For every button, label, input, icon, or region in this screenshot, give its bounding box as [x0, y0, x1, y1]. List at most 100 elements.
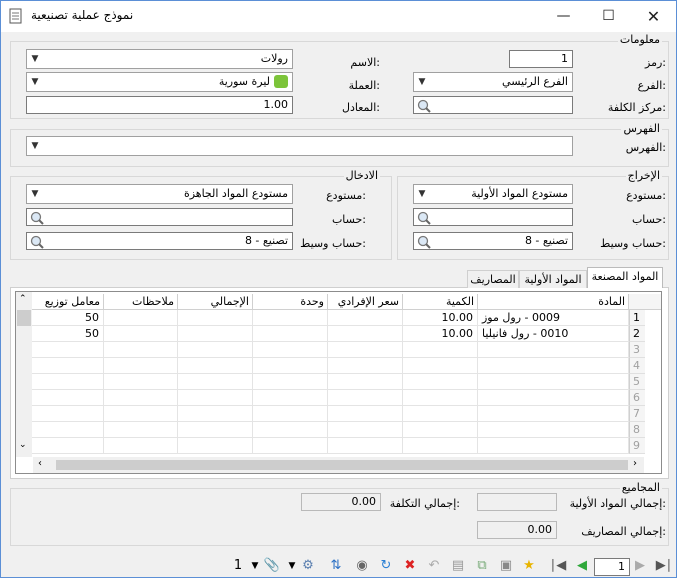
- output-warehouse-combo[interactable]: ▼ مستودع المواد الأولية: [413, 184, 573, 204]
- grid-cell-item[interactable]: [478, 406, 629, 422]
- grid-cell-qty[interactable]: [403, 438, 478, 454]
- col-header-factor[interactable]: معامل توزيع: [32, 294, 104, 310]
- preview-icon[interactable]: ◉: [353, 557, 371, 575]
- grid-cell-notes[interactable]: [104, 422, 178, 438]
- grid-cell-unit[interactable]: [253, 374, 328, 390]
- table-row[interactable]: 7: [32, 406, 645, 422]
- prev-record-icon[interactable]: ◀: [573, 557, 591, 575]
- index-combo[interactable]: ▼: [26, 136, 573, 156]
- grid-cell-notes[interactable]: [104, 374, 178, 390]
- input-account-field[interactable]: [26, 208, 293, 226]
- cost-center-field[interactable]: [413, 96, 573, 114]
- grid-cell-notes[interactable]: [104, 342, 178, 358]
- scroll-thumb[interactable]: [17, 310, 31, 326]
- vertical-scrollbar[interactable]: ⌃ ⌄: [16, 292, 32, 457]
- branch-combo[interactable]: ▼ الفرع الرئيسي: [413, 72, 573, 92]
- grid-cell-factor[interactable]: [32, 422, 104, 438]
- grid-cell-item[interactable]: [478, 422, 629, 438]
- grid-cell-price[interactable]: [328, 326, 403, 342]
- grid-cell-unit[interactable]: [253, 438, 328, 454]
- table-row[interactable]: 4: [32, 358, 645, 374]
- grid-cell-price[interactable]: [328, 342, 403, 358]
- grid-cell-qty[interactable]: 10.00: [403, 310, 478, 326]
- col-header-item[interactable]: المادة: [478, 294, 629, 310]
- next-record-icon[interactable]: ▶: [631, 557, 649, 575]
- grid-cell-notes[interactable]: [104, 358, 178, 374]
- grid-cell-price[interactable]: [328, 310, 403, 326]
- code-field[interactable]: 1: [509, 50, 573, 68]
- col-header-notes[interactable]: ملاحظات: [104, 294, 178, 310]
- grid-cell-price[interactable]: [328, 374, 403, 390]
- delete-icon[interactable]: ✖: [401, 557, 419, 575]
- dropdown-icon[interactable]: ▼: [283, 557, 301, 575]
- grid-cell-factor[interactable]: 50: [32, 310, 104, 326]
- last-record-icon[interactable]: ▶∣: [655, 557, 673, 575]
- grid-cell-item[interactable]: [478, 358, 629, 374]
- grid-cell-unit[interactable]: [253, 422, 328, 438]
- grid-cell-price[interactable]: [328, 390, 403, 406]
- currency-combo[interactable]: ▼ ليرة سورية: [26, 72, 293, 92]
- grid-cell-total[interactable]: [178, 310, 253, 326]
- undo-icon[interactable]: ↶: [425, 557, 443, 575]
- table-row[interactable]: 50 10.00 0009 - رول موز 1: [32, 310, 645, 326]
- grid-cell-price[interactable]: [328, 422, 403, 438]
- grid-cell-qty[interactable]: [403, 342, 478, 358]
- input-mid-account-field[interactable]: 8 - تصنيع: [26, 232, 293, 250]
- output-mid-account-field[interactable]: 8 - تصنيع: [413, 232, 573, 250]
- name-combo[interactable]: ▼ رولات: [26, 49, 293, 69]
- star-icon[interactable]: ★: [520, 557, 538, 575]
- refresh-icon[interactable]: ↻: [377, 557, 395, 575]
- grid-cell-qty[interactable]: [403, 406, 478, 422]
- grid-cell-factor[interactable]: [32, 358, 104, 374]
- first-record-icon[interactable]: ∣◀: [549, 557, 567, 575]
- horizontal-scrollbar[interactable]: ‹ ›: [33, 457, 644, 473]
- grid-cell-item[interactable]: [478, 342, 629, 358]
- grid-cell-price[interactable]: [328, 358, 403, 374]
- grid-cell-price[interactable]: [328, 406, 403, 422]
- grid-cell-item[interactable]: [478, 374, 629, 390]
- grid-cell-total[interactable]: [178, 438, 253, 454]
- grid-cell-factor[interactable]: [32, 438, 104, 454]
- minimize-button[interactable]: —: [541, 1, 586, 32]
- grid-cell-item[interactable]: [478, 438, 629, 454]
- rate-field[interactable]: 1.00: [26, 96, 293, 114]
- grid-cell-notes[interactable]: [104, 310, 178, 326]
- tab-raw-materials[interactable]: المواد الأولية: [519, 270, 587, 288]
- scroll-thumb[interactable]: [56, 460, 628, 470]
- grid-cell-total[interactable]: [178, 326, 253, 342]
- grid-cell-total[interactable]: [178, 374, 253, 390]
- table-row[interactable]: 9: [32, 438, 645, 454]
- grid-cell-notes[interactable]: [104, 438, 178, 454]
- grid-cell-factor[interactable]: [32, 406, 104, 422]
- grid-cell-qty[interactable]: 10.00: [403, 326, 478, 342]
- dropdown-icon[interactable]: ▼: [246, 557, 264, 575]
- chevron-down-icon[interactable]: ⌄: [19, 440, 27, 450]
- table-row[interactable]: 5: [32, 374, 645, 390]
- record-number-field[interactable]: 1: [594, 558, 630, 576]
- table-row[interactable]: 8: [32, 422, 645, 438]
- grid-cell-qty[interactable]: [403, 374, 478, 390]
- output-account-field[interactable]: [413, 208, 573, 226]
- grid-cell-unit[interactable]: [253, 342, 328, 358]
- chevron-up-icon[interactable]: ⌃: [19, 294, 27, 304]
- grid-cell-factor[interactable]: [32, 374, 104, 390]
- table-row[interactable]: 3: [32, 342, 645, 358]
- grid-cell-factor[interactable]: [32, 390, 104, 406]
- grid-cell-qty[interactable]: [403, 422, 478, 438]
- grid-cell-total[interactable]: [178, 406, 253, 422]
- grid-cell-unit[interactable]: [253, 326, 328, 342]
- attachment-icon[interactable]: 📎: [263, 557, 281, 575]
- grid-cell-item[interactable]: 0009 - رول موز: [478, 310, 629, 326]
- save-icon[interactable]: ▣: [497, 557, 515, 575]
- input-warehouse-combo[interactable]: ▼ مستودع المواد الجاهزة: [26, 184, 293, 204]
- grid-cell-total[interactable]: [178, 390, 253, 406]
- grid-cell-qty[interactable]: [403, 358, 478, 374]
- table-row[interactable]: 50 10.00 0010 - رول فانيليا 2: [32, 326, 645, 342]
- grid-cell-qty[interactable]: [403, 390, 478, 406]
- tab-manufactured[interactable]: المواد المصنعة: [587, 267, 663, 288]
- grid-cell-factor[interactable]: 50: [32, 326, 104, 342]
- col-header-qty[interactable]: الكمية: [403, 294, 478, 310]
- chevron-left-icon[interactable]: ‹: [38, 458, 42, 469]
- grid-cell-total[interactable]: [178, 358, 253, 374]
- col-header-total[interactable]: الإجمالي: [178, 294, 253, 310]
